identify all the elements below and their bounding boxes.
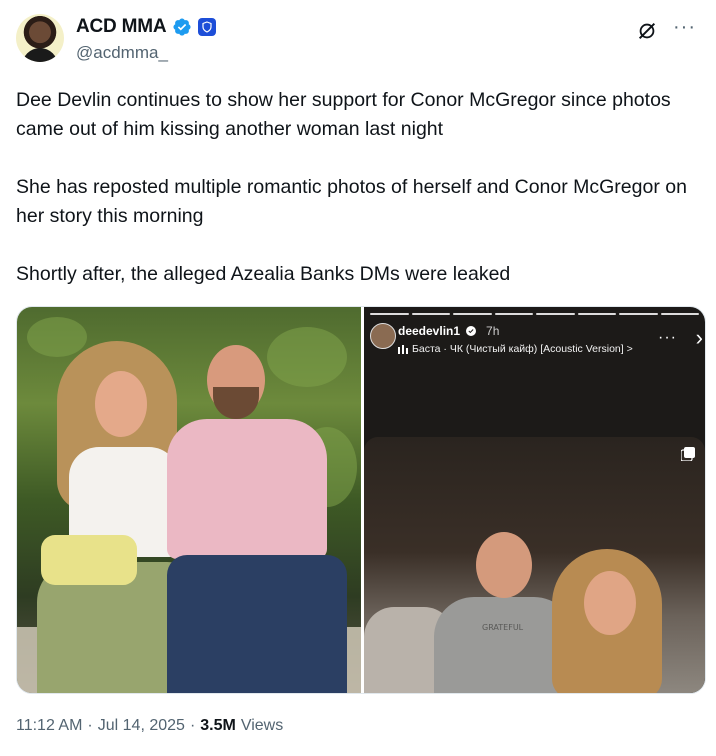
multi-photo-icon — [681, 447, 695, 461]
tweet-paragraph: Dee Devlin continues to show her support… — [16, 89, 677, 140]
verified-badge-icon — [466, 326, 477, 336]
woman-face — [584, 571, 636, 635]
grok-icon[interactable] — [636, 20, 658, 42]
foliage — [27, 317, 87, 357]
affiliate-badge-icon[interactable] — [198, 18, 217, 36]
story-more-icon: ··· — [658, 329, 677, 346]
story-music: Баста · ЧК (Чистый кайф) [Acoustic Versi… — [398, 343, 633, 355]
man-pink-shirt — [167, 419, 327, 559]
woman-face — [95, 371, 147, 437]
tweet-date[interactable]: Jul 14, 2025 — [98, 717, 185, 735]
shirt-text: GRATEFUL — [482, 623, 524, 632]
story-username: deedevlin1 — [398, 324, 461, 338]
tweet-header: ACD MMA @acdmma_ ··· — [16, 14, 700, 70]
chevron-right-icon: › — [695, 325, 703, 350]
story-progress-bars — [370, 313, 699, 315]
verified-badge-icon — [173, 18, 191, 36]
story-user-row: deedevlin1 7h — [398, 324, 499, 338]
couple-garden-photo[interactable] — [17, 307, 361, 693]
author-avatar[interactable] — [16, 14, 64, 62]
story-time: 7h — [486, 324, 500, 338]
tweet-time[interactable]: 11:12 AM — [16, 717, 82, 735]
avatar-shoulders — [22, 48, 58, 62]
reposted-photo: GRATEFUL — [364, 437, 705, 693]
yellow-handbag — [41, 535, 137, 585]
tweet-footer: 11:12 AM · Jul 14, 2025 · 3.5M Views — [16, 717, 283, 735]
author-display-name[interactable]: ACD MMA — [76, 16, 167, 38]
tweet-paragraph: Shortly after, the alleged Azealia Banks… — [16, 263, 511, 285]
story-music-label: Баста · ЧК (Чистый кайф) [Acoustic Versi… — [412, 343, 633, 355]
separator: · — [87, 717, 93, 734]
man-jeans — [167, 555, 347, 693]
tweet-paragraph: She has reposted multiple romantic photo… — [16, 176, 693, 227]
shield-icon — [202, 21, 213, 33]
man-head — [476, 532, 532, 598]
story-avatar — [370, 323, 396, 349]
tweet-text: Dee Devlin continues to show her support… — [16, 86, 692, 318]
instagram-story-screenshot[interactable]: deedevlin1 7h Баста · ЧК (Чистый кайф) [… — [364, 307, 705, 693]
views-label: Views — [240, 717, 284, 734]
man-beard — [213, 387, 259, 419]
tweet-media: deedevlin1 7h Баста · ЧК (Чистый кайф) [… — [16, 306, 706, 694]
author-name-row: ACD MMA — [76, 16, 217, 38]
audio-bars-icon — [398, 344, 408, 354]
author-handle[interactable]: @acdmma_ — [76, 43, 168, 63]
views-count[interactable]: 3.5M — [200, 717, 236, 735]
foliage — [267, 327, 347, 387]
more-options-icon[interactable]: ··· — [673, 16, 696, 39]
separator: · — [189, 717, 196, 734]
